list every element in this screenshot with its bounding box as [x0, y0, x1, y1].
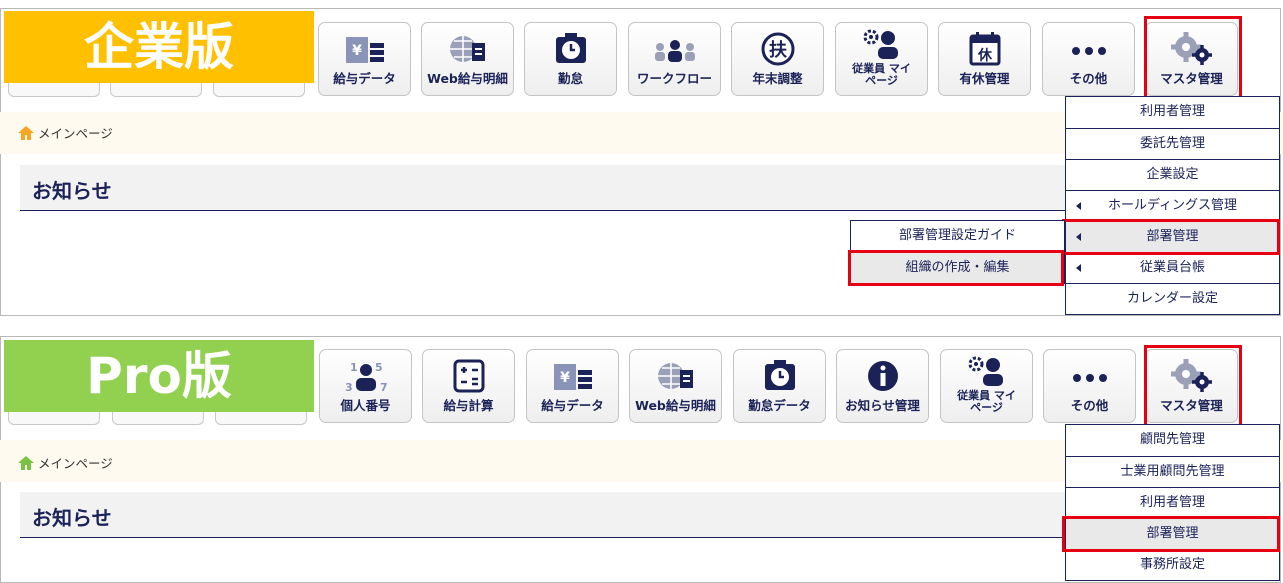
org-create-edit-highlight [848, 250, 1064, 286]
nav-payroll-calc[interactable]: 給与計算 [422, 349, 515, 423]
web-payslip-icon [422, 31, 513, 67]
breadcrumb[interactable]: メインページ [18, 453, 113, 472]
master-management-menu: 顧問先管理 士業用顧問先管理 利用者管理 部署管理 事務所設定 [1065, 424, 1280, 581]
nav-label: 給与データ [333, 71, 396, 86]
nav-attendance-data[interactable]: 勤怠データ [733, 349, 826, 423]
web-payslip-icon [630, 358, 721, 394]
nav-label: ワークフロー [636, 71, 712, 86]
home-icon [18, 126, 34, 140]
nav-workflow[interactable]: ワークフロー [628, 22, 721, 96]
workflow-icon [629, 31, 720, 67]
pay-data-icon: ¥ [527, 358, 618, 394]
master-management-highlight [1144, 345, 1242, 429]
home-icon [18, 456, 34, 470]
menu-item-office-settings[interactable]: 事務所設定 [1066, 549, 1279, 580]
nav-web-payslip[interactable]: Web給与明細 [421, 22, 514, 96]
department-management-highlight [1062, 219, 1280, 255]
breadcrumb-main-page[interactable]: メインページ [38, 456, 113, 471]
nav-label: その他 [1069, 71, 1108, 86]
svg-text:¥: ¥ [352, 43, 362, 59]
department-management-highlight [1062, 516, 1280, 552]
nav-label: 有休管理 [959, 71, 1010, 86]
nav-web-payslip[interactable]: Web給与明細 [629, 349, 722, 423]
nav-year-end-adjustment[interactable]: 扶 年末調整 [731, 22, 824, 96]
nav-label: 給与計算 [443, 398, 494, 413]
nav-label: 従業員 マイページ [957, 389, 1016, 414]
nav-employee-mypage[interactable]: 従業員 マイページ [940, 349, 1033, 423]
master-management-menu: 利用者管理 委託先管理 企業設定 ホールディングス管理 部署管理 従業員台帳 カ… [1065, 96, 1280, 315]
svg-text:7: 7 [380, 381, 388, 394]
submenu-item-setup-guide[interactable]: 部署管理設定ガイド [851, 221, 1064, 252]
nav-label: お知らせ管理 [845, 398, 920, 413]
pro-edition-panel: Pro版 1537 個人番号 給与計算 ¥ 給与データ Web給与明細 勤怠デー… [0, 336, 1283, 583]
svg-text:休: 休 [977, 47, 993, 64]
nav-label: 勤怠データ [748, 398, 811, 413]
nav-label: その他 [1070, 398, 1109, 413]
nav-paid-leave[interactable]: 休 有休管理 [938, 22, 1031, 96]
svg-text:1: 1 [350, 361, 358, 374]
nav-label: 給与データ [541, 398, 604, 413]
my-number-icon: 1537 [320, 358, 411, 394]
svg-text:扶: 扶 [769, 39, 788, 61]
menu-item-company-settings[interactable]: 企業設定 [1066, 159, 1279, 190]
menu-item-user-management[interactable]: 利用者管理 [1066, 487, 1279, 518]
nav-label: 個人番号 [340, 398, 391, 413]
master-management-highlight [1144, 16, 1242, 100]
more-icon [1044, 358, 1135, 394]
nav-pay-data[interactable]: ¥ 給与データ [526, 349, 619, 423]
employee-mypage-icon [836, 27, 927, 63]
nav-pay-data[interactable]: ¥ 給与データ [318, 22, 411, 96]
nav-label: Web給与明細 [427, 71, 508, 86]
employee-mypage-icon [941, 354, 1032, 390]
nav-more[interactable]: その他 [1043, 349, 1136, 423]
menu-item-contractor-management[interactable]: 委託先管理 [1066, 128, 1279, 159]
nav-more[interactable]: その他 [1042, 22, 1135, 96]
calculator-icon [423, 358, 514, 394]
svg-text:5: 5 [375, 361, 383, 374]
svg-text:3: 3 [345, 381, 353, 394]
menu-item-calendar-settings[interactable]: カレンダー設定 [1066, 283, 1279, 314]
pay-data-icon: ¥ [319, 31, 410, 67]
menu-item-professional-client-management[interactable]: 士業用顧問先管理 [1066, 456, 1279, 487]
nav-notice-management[interactable]: お知らせ管理 [836, 349, 929, 423]
year-end-adjustment-icon: 扶 [732, 31, 823, 67]
nav-label: 従業員 マイページ [852, 62, 911, 87]
nav-employee-mypage[interactable]: 従業員 マイページ [835, 22, 928, 96]
caret-left-icon [1076, 264, 1081, 272]
nav-label: 勤怠 [557, 71, 583, 86]
pro-edition-label: Pro版 [4, 340, 314, 412]
nav-label: 年末調整 [752, 71, 803, 86]
more-icon [1043, 31, 1134, 67]
nav-label: Web給与明細 [635, 398, 716, 413]
breadcrumb-main-page[interactable]: メインページ [38, 126, 113, 141]
info-icon [837, 358, 928, 394]
paid-leave-icon: 休 [939, 31, 1030, 67]
attendance-icon [734, 358, 825, 394]
notice-heading: お知らせ [20, 492, 1120, 538]
nav-attendance[interactable]: 勤怠 [524, 22, 617, 96]
attendance-icon [525, 31, 616, 67]
breadcrumb[interactable]: メインページ [18, 123, 113, 142]
enterprise-edition-label: 企業版 [4, 11, 314, 83]
enterprise-edition-panel: 企業版 ¥ 給与データ Web給与明細 勤怠 ワークフロー 扶 年末調整 従業員… [0, 0, 1283, 316]
menu-item-client-management[interactable]: 顧問先管理 [1066, 425, 1279, 456]
menu-item-employee-register[interactable]: 従業員台帳 [1066, 252, 1279, 283]
svg-text:¥: ¥ [560, 370, 570, 386]
notice-heading: お知らせ [20, 165, 1120, 211]
nav-my-number[interactable]: 1537 個人番号 [319, 349, 412, 423]
menu-item-user-management[interactable]: 利用者管理 [1066, 97, 1279, 128]
menu-item-holdings-management[interactable]: ホールディングス管理 [1066, 190, 1279, 221]
caret-left-icon [1076, 202, 1081, 210]
